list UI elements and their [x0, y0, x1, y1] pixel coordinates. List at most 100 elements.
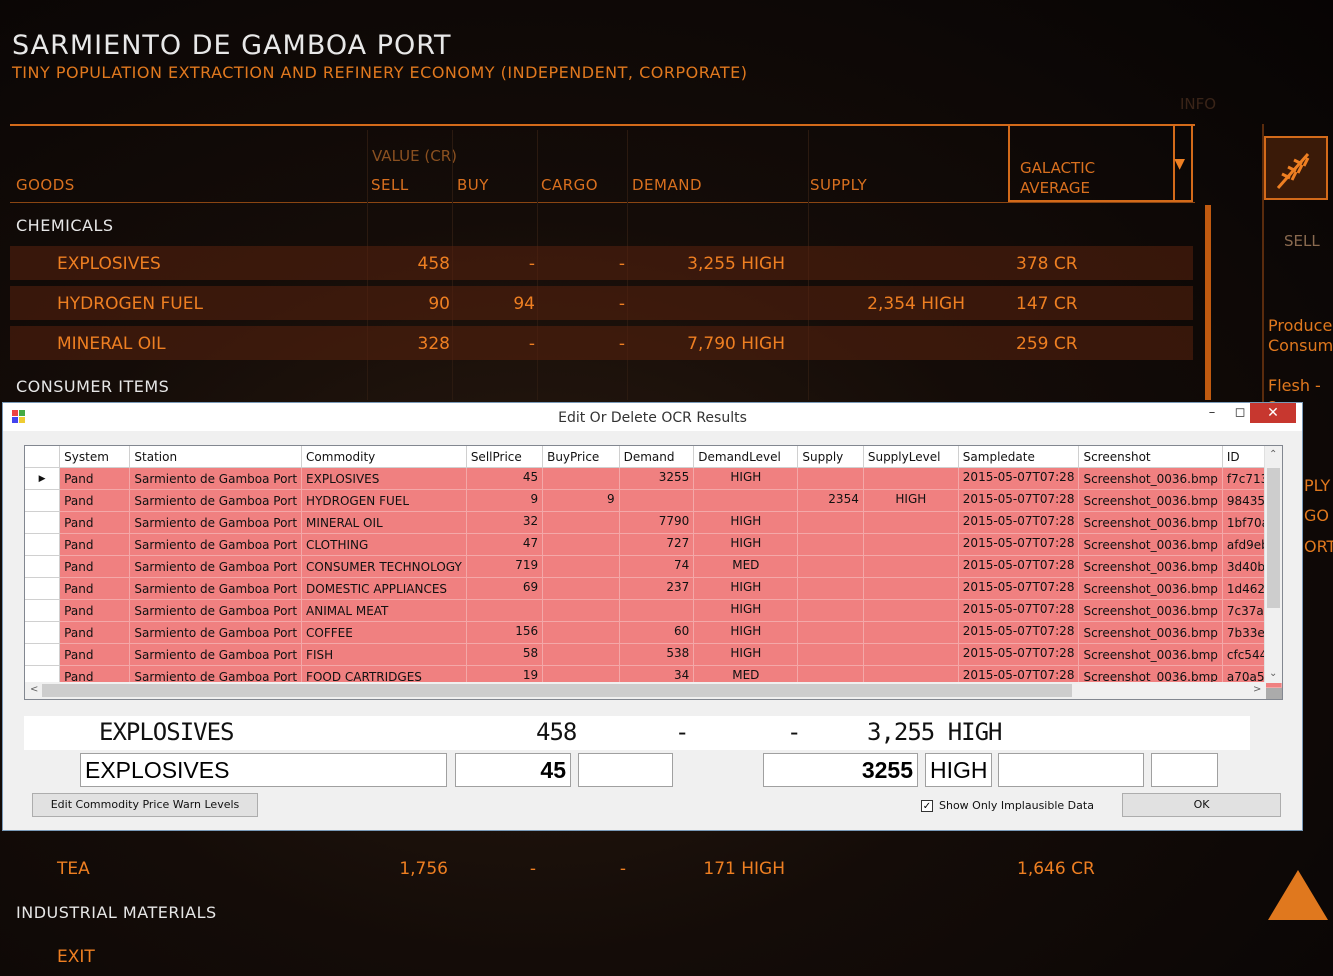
- cell-buyprice[interactable]: [542, 555, 620, 578]
- cell-buyprice[interactable]: 9: [542, 489, 620, 512]
- row-header[interactable]: [25, 533, 61, 556]
- cell-sellprice[interactable]: 45: [466, 467, 544, 490]
- cell-station[interactable]: Sarmiento de Gamboa Port: [129, 511, 303, 534]
- cell-sellprice[interactable]: 69: [466, 577, 544, 600]
- current-row-indicator-icon[interactable]: ▶: [25, 467, 61, 490]
- cell-buyprice[interactable]: [542, 511, 620, 534]
- cell-supply[interactable]: [797, 621, 864, 644]
- cell-commodity[interactable]: EXPLOSIVES: [301, 467, 467, 490]
- header-sellprice[interactable]: SellPrice: [466, 446, 544, 468]
- cell-station[interactable]: Sarmiento de Gamboa Port: [129, 621, 303, 644]
- scroll-thumb[interactable]: [1267, 468, 1280, 608]
- cell-demandlevel[interactable]: HIGH: [693, 577, 799, 600]
- cell-buyprice[interactable]: [542, 467, 620, 490]
- grid-horizontal-scrollbar[interactable]: < >: [25, 682, 1266, 699]
- header-system[interactable]: System: [59, 446, 131, 468]
- row-header[interactable]: [25, 511, 61, 534]
- cell-sampledate[interactable]: 2015-05-07T07:28: [958, 533, 1080, 556]
- cell-screenshot[interactable]: Screenshot_0036.bmp: [1078, 555, 1223, 578]
- cell-system[interactable]: Pand: [59, 555, 131, 578]
- cell-screenshot[interactable]: Screenshot_0036.bmp: [1078, 533, 1223, 556]
- cell-sampledate[interactable]: 2015-05-07T07:28: [958, 643, 1080, 666]
- grid-vertical-scrollbar[interactable]: ⌃ ⌄: [1264, 446, 1282, 683]
- cell-commodity[interactable]: HYDROGEN FUEL: [301, 489, 467, 512]
- row-header[interactable]: [25, 489, 61, 512]
- market-row[interactable]: EXPLOSIVES 458 - - 3,255 HIGH 378 CR: [10, 246, 1193, 280]
- cell-sellprice[interactable]: 719: [466, 555, 544, 578]
- buy-field[interactable]: [578, 753, 673, 787]
- results-grid[interactable]: System Station Commodity SellPrice BuyPr…: [24, 445, 1283, 700]
- cell-station[interactable]: Sarmiento de Gamboa Port: [129, 533, 303, 556]
- cell-commodity[interactable]: COFFEE: [301, 621, 467, 644]
- cell-system[interactable]: Pand: [59, 467, 131, 490]
- col-buy[interactable]: BUY: [457, 176, 489, 194]
- cell-supplylevel[interactable]: [863, 467, 959, 490]
- cell-commodity[interactable]: FISH: [301, 643, 467, 666]
- cell-demand[interactable]: [619, 599, 695, 622]
- header-demandlevel[interactable]: DemandLevel: [693, 446, 799, 468]
- header-buyprice[interactable]: BuyPrice: [542, 446, 620, 468]
- demand-level-field[interactable]: HIGH: [925, 753, 992, 787]
- cell-supplylevel[interactable]: [863, 599, 959, 622]
- market-scrollbar[interactable]: [1205, 205, 1211, 400]
- cell-sampledate[interactable]: 2015-05-07T07:28: [958, 599, 1080, 622]
- cell-screenshot[interactable]: Screenshot_0036.bmp: [1078, 599, 1223, 622]
- ok-button[interactable]: OK: [1122, 793, 1281, 817]
- col-demand[interactable]: DEMAND: [632, 176, 702, 194]
- scroll-thumb[interactable]: [42, 684, 1072, 697]
- grid-row[interactable]: Pand Sarmiento de Gamboa Port COFFEE 156 60 H…: [25, 621, 1282, 644]
- supply-field[interactable]: [998, 753, 1144, 787]
- cell-demandlevel[interactable]: HIGH: [693, 533, 799, 556]
- cell-system[interactable]: Pand: [59, 577, 131, 600]
- row-header[interactable]: [25, 599, 61, 622]
- grid-row[interactable]: Pand Sarmiento de Gamboa Port FISH 58 538 HIG…: [25, 643, 1282, 666]
- cell-buyprice[interactable]: [542, 643, 620, 666]
- cell-demandlevel[interactable]: HIGH: [693, 467, 799, 490]
- cell-sampledate[interactable]: 2015-05-07T07:28: [958, 489, 1080, 512]
- header-sampledate[interactable]: Sampledate: [958, 446, 1080, 468]
- cell-system[interactable]: Pand: [59, 643, 131, 666]
- cell-demandlevel[interactable]: HIGH: [693, 511, 799, 534]
- cell-system[interactable]: Pand: [59, 621, 131, 644]
- market-row[interactable]: MINERAL OIL 328 - - 7,790 HIGH 259 CR: [10, 326, 1193, 360]
- cell-screenshot[interactable]: Screenshot_0036.bmp: [1078, 489, 1223, 512]
- header-supply[interactable]: Supply: [797, 446, 864, 468]
- cell-supply[interactable]: [797, 643, 864, 666]
- cell-screenshot[interactable]: Screenshot_0036.bmp: [1078, 511, 1223, 534]
- minimize-icon[interactable]: –: [1198, 403, 1226, 423]
- supply-level-field[interactable]: [1151, 753, 1218, 787]
- close-icon[interactable]: ✕: [1250, 403, 1296, 423]
- exit-button[interactable]: EXIT: [57, 947, 95, 967]
- cell-system[interactable]: Pand: [59, 599, 131, 622]
- cell-supply[interactable]: [797, 467, 864, 490]
- scroll-up-icon[interactable]: ⌃: [1269, 449, 1277, 460]
- cell-sellprice[interactable]: 9: [466, 489, 544, 512]
- warn-levels-button[interactable]: Edit Commodity Price Warn Levels: [32, 793, 258, 817]
- cell-demandlevel[interactable]: MED: [693, 555, 799, 578]
- header-commodity[interactable]: Commodity: [301, 446, 467, 468]
- cell-supply[interactable]: [797, 577, 864, 600]
- col-cargo[interactable]: CARGO: [541, 176, 598, 194]
- cell-supplylevel[interactable]: [863, 621, 959, 644]
- cell-sellprice[interactable]: 32: [466, 511, 544, 534]
- cell-supplylevel[interactable]: [863, 555, 959, 578]
- scroll-left-icon[interactable]: <: [30, 684, 38, 695]
- scroll-right-icon[interactable]: >: [1253, 684, 1261, 695]
- cell-station[interactable]: Sarmiento de Gamboa Port: [129, 489, 303, 512]
- cell-demand[interactable]: 60: [619, 621, 695, 644]
- cell-buyprice[interactable]: [542, 533, 620, 556]
- sort-arrow-icon[interactable]: ▼: [1174, 156, 1185, 172]
- cell-demand[interactable]: [619, 489, 695, 512]
- cell-supply[interactable]: [797, 599, 864, 622]
- cell-screenshot[interactable]: Screenshot_0036.bmp: [1078, 621, 1223, 644]
- cell-sampledate[interactable]: 2015-05-07T07:28: [958, 621, 1080, 644]
- grid-row[interactable]: Pand Sarmiento de Gamboa Port CLOTHING 47 72…: [25, 533, 1282, 556]
- cell-sampledate[interactable]: 2015-05-07T07:28: [958, 511, 1080, 534]
- row-header[interactable]: [25, 577, 61, 600]
- cell-demandlevel[interactable]: [693, 489, 799, 512]
- market-row[interactable]: HYDROGEN FUEL 90 94 - 2,354 HIGH 147 CR: [10, 286, 1193, 320]
- cell-demand[interactable]: 3255: [619, 467, 695, 490]
- cell-demandlevel[interactable]: HIGH: [693, 599, 799, 622]
- cell-screenshot[interactable]: Screenshot_0036.bmp: [1078, 467, 1223, 490]
- cell-demand[interactable]: 538: [619, 643, 695, 666]
